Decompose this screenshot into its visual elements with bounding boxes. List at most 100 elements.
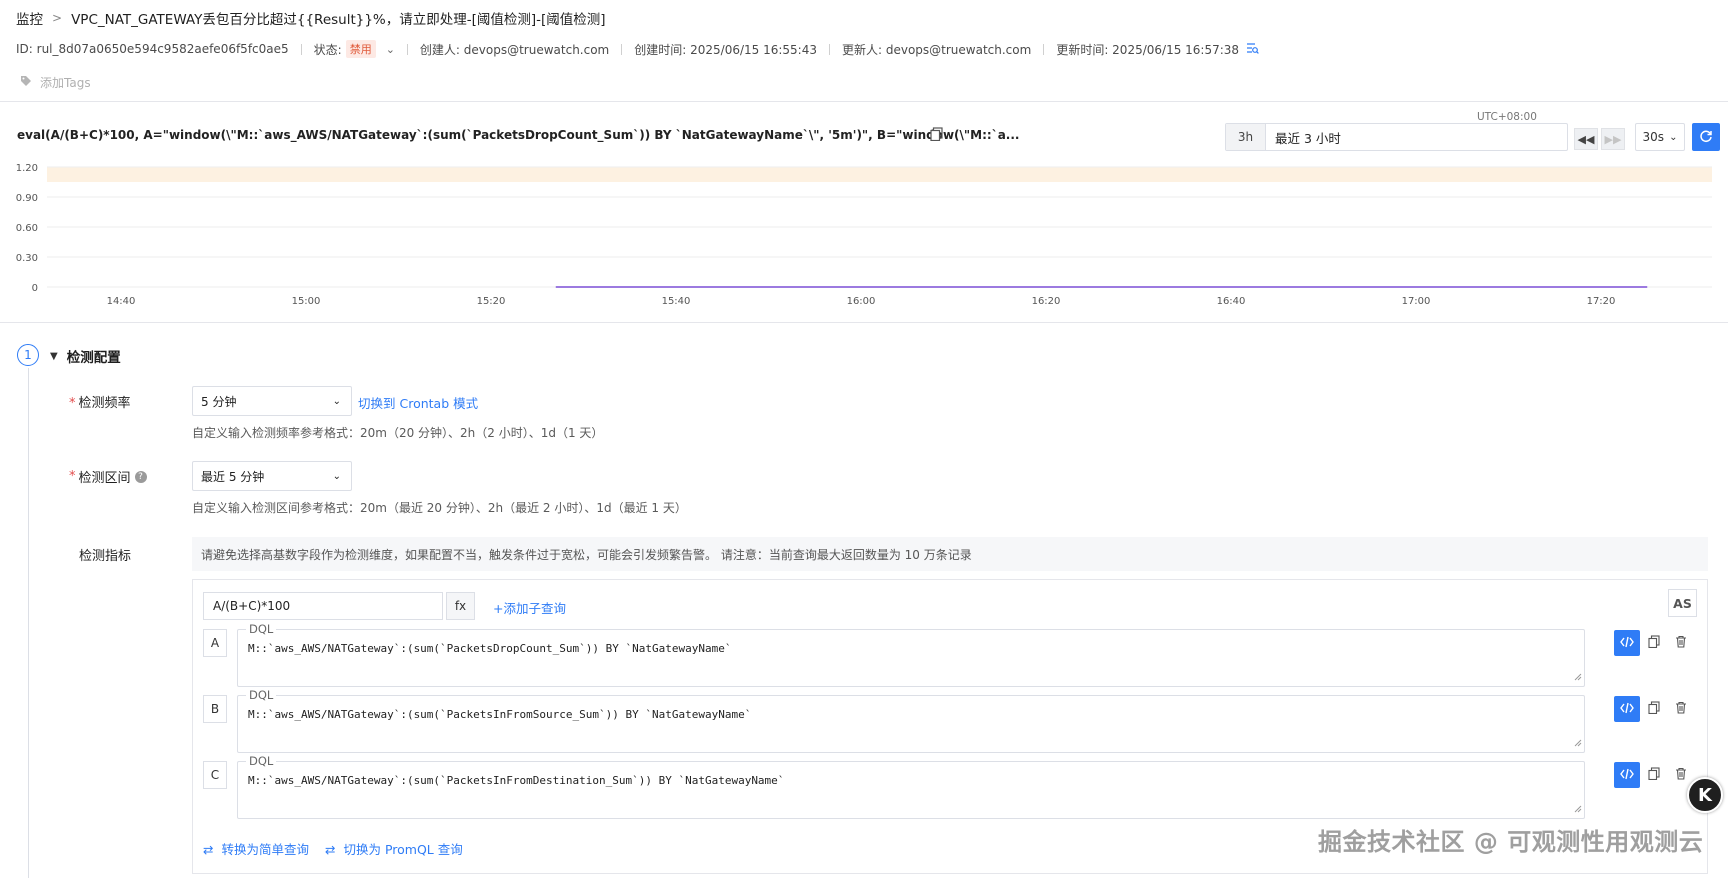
chevron-down-icon: ⌄ (1669, 131, 1678, 143)
breadcrumb-root[interactable]: 监控 (16, 8, 43, 28)
query-letter-a: A (203, 629, 227, 657)
chevron-down-icon: ▼ (50, 350, 58, 362)
step-number: 1 (17, 344, 39, 366)
x-tick-label: 15:40 (662, 296, 691, 305)
convert-simple-link[interactable]: ⇄ 转换为简单查询 (203, 839, 309, 858)
switch-promql-link[interactable]: ⇄ 切换为 PromQL 查询 (325, 839, 463, 858)
y-tick-label: 1.20 (16, 163, 38, 174)
section-header[interactable]: ▼ 检测配置 (50, 346, 121, 366)
refresh-button[interactable] (1692, 123, 1720, 151)
tag-icon (20, 75, 40, 90)
as-button[interactable]: AS (1668, 589, 1697, 617)
divider (300, 43, 302, 55)
copy-icon[interactable] (930, 127, 943, 144)
divider (828, 43, 830, 55)
x-tick-label: 14:40 (107, 296, 136, 305)
plus-icon: + (493, 601, 504, 616)
code-mode-button[interactable] (1614, 696, 1640, 722)
trash-icon (1675, 635, 1687, 651)
range-text: 最近 3 小时 (1275, 130, 1341, 146)
divider (1043, 43, 1045, 55)
range-select[interactable]: 最近 5 分钟 ⌄ (192, 461, 352, 491)
chevron-right-icon: > (52, 11, 63, 25)
delete-query-button[interactable] (1668, 630, 1694, 656)
dql-label: DQL (246, 754, 277, 768)
updated-time: 更新时间: 2025/06/15 16:57:38 (1056, 42, 1240, 57)
dql-editor-b[interactable]: DQL M::`aws_AWS/NATGateway`:(sum(`Packet… (237, 688, 1585, 753)
range-value: 最近 5 分钟 (201, 469, 265, 484)
code-mode-button[interactable] (1614, 762, 1640, 788)
x-tick-label: 16:00 (847, 296, 876, 305)
code-icon (1620, 768, 1634, 783)
forward-icon: ▶▶ (1604, 132, 1622, 146)
resize-handle-icon[interactable] (1574, 802, 1582, 816)
fx-button[interactable]: fx (446, 592, 475, 620)
preview-chart: 1.20 0.90 0.60 0.30 0 14:40 15:00 15:20 15:40 16:… (16, 163, 1712, 305)
dql-label: DQL (246, 688, 277, 702)
rule-id: ID: rul_8d07a0650e594c9582aefe06f5fc0ae5 (16, 42, 289, 56)
dql-label: DQL (246, 622, 277, 636)
swap-icon: ⇄ (325, 842, 336, 857)
freq-select[interactable]: 5 分钟 ⌄ (192, 386, 352, 416)
copy-icon (1648, 635, 1660, 651)
code-mode-button[interactable] (1614, 630, 1640, 656)
y-tick-label: 0.90 (16, 193, 38, 204)
freq-label: * 检测频率 (69, 392, 131, 411)
forward-button[interactable]: ▶▶ (1601, 128, 1625, 150)
k-logo[interactable]: K (1687, 777, 1723, 813)
query-mode-links: ⇄ 转换为简单查询 ⇄ 切换为 PromQL 查询 (203, 839, 463, 858)
x-tick-label: 17:20 (1587, 296, 1616, 305)
section-title: 检测配置 (66, 350, 121, 366)
crontab-link[interactable]: 切换到 Crontab 模式 (358, 393, 478, 412)
metric-info: 请避免选择高基数字段作为检测维度，如果配置不当，触发条件过于宽松，可能会引发频繁… (192, 537, 1708, 571)
x-tick-label: 15:00 (292, 296, 321, 305)
status-label: 状态: (313, 42, 342, 57)
y-tick-label: 0 (32, 283, 38, 294)
switch-promql-label: 切换为 PromQL 查询 (343, 842, 463, 857)
chevron-down-icon: ⌄ (332, 395, 341, 407)
add-subquery-label: 添加子查询 (503, 601, 566, 616)
copy-query-button[interactable] (1641, 696, 1667, 722)
y-tick-label: 0.30 (16, 253, 38, 264)
trash-icon (1675, 767, 1687, 783)
status-dropdown-icon[interactable]: ⌄ (386, 43, 395, 56)
delete-query-button[interactable] (1668, 696, 1694, 722)
copy-query-button[interactable] (1641, 630, 1667, 656)
add-subquery-link[interactable]: +添加子查询 (493, 598, 566, 617)
divider (406, 43, 408, 55)
convert-simple-label: 转换为简单查询 (221, 842, 309, 857)
dql-editor-c[interactable]: DQL M::`aws_AWS/NATGateway`:(sum(`Packet… (237, 754, 1585, 819)
history-icon[interactable] (1246, 42, 1259, 57)
time-range-picker[interactable]: 3h 最近 3 小时 (1225, 123, 1568, 151)
divider (621, 43, 623, 55)
dql-text: M::`aws_AWS/NATGateway`:(sum(`PacketsInF… (248, 708, 752, 721)
dql-text: M::`aws_AWS/NATGateway`:(sum(`PacketsDro… (248, 642, 732, 655)
dql-editor-a[interactable]: DQL M::`aws_AWS/NATGateway`:(sum(`Packet… (237, 622, 1585, 687)
help-icon[interactable]: ? (134, 470, 147, 483)
rewind-button[interactable]: ◀◀ (1574, 128, 1598, 150)
chevron-down-icon: ⌄ (332, 470, 341, 482)
dql-text: M::`aws_AWS/NATGateway`:(sum(`PacketsInF… (248, 774, 785, 787)
interval-value: 30s (1642, 130, 1665, 144)
range-preset[interactable]: 3h (1226, 124, 1266, 150)
refresh-icon (1699, 129, 1713, 146)
updater: 更新人: devops@truewatch.com (841, 42, 1032, 57)
add-tags[interactable]: 添加Tags (20, 74, 91, 91)
range-label: * 检测区间 ? (69, 467, 147, 486)
required-mark: * (69, 396, 76, 411)
freq-label-text: 检测频率 (78, 396, 131, 411)
refresh-interval-select[interactable]: 30s ⌄ (1635, 123, 1685, 151)
creator: 创建人: devops@truewatch.com (419, 42, 610, 57)
expression-input[interactable]: A/(B+C)*100 (203, 592, 443, 620)
query-letter-b: B (203, 695, 227, 723)
step-connector (28, 368, 29, 878)
resize-handle-icon[interactable] (1574, 670, 1582, 684)
x-tick-label: 16:20 (1032, 296, 1061, 305)
copy-query-button[interactable] (1641, 762, 1667, 788)
resize-handle-icon[interactable] (1574, 736, 1582, 750)
timezone-label: UTC+08:00 (1477, 111, 1537, 123)
rewind-icon: ◀◀ (1577, 132, 1595, 146)
x-tick-label: 15:20 (477, 296, 506, 305)
copy-icon (1648, 701, 1660, 717)
y-tick-label: 0.60 (16, 223, 38, 234)
